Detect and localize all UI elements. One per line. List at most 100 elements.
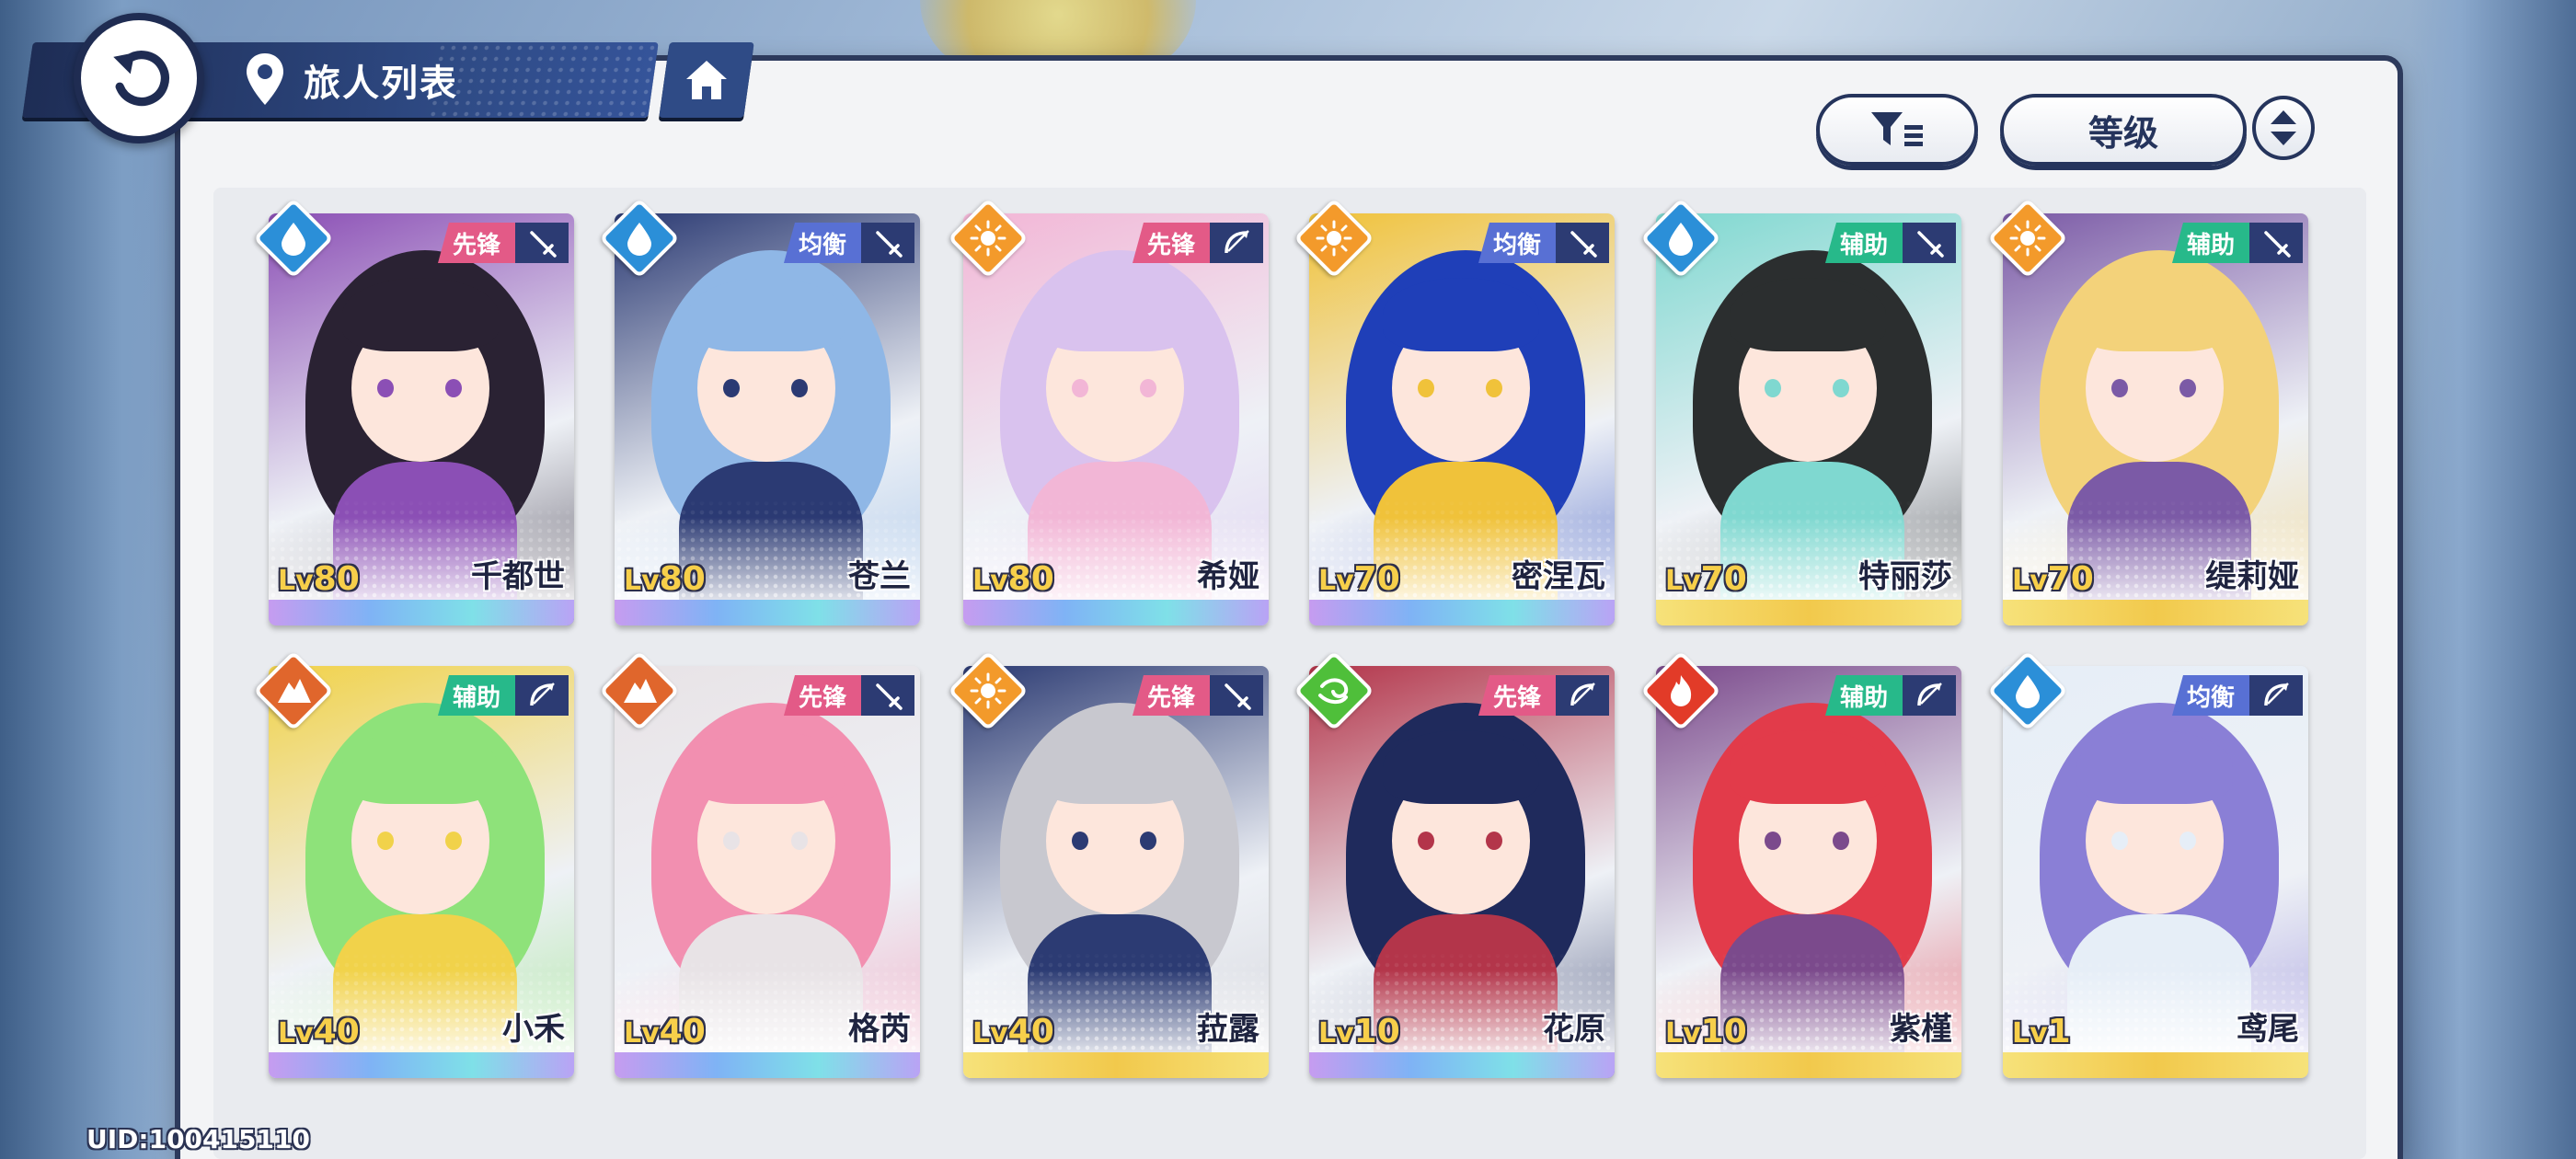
character-name: 千都世 <box>471 558 565 595</box>
role-badge: 辅助 <box>2171 223 2249 263</box>
character-card[interactable]: 先锋 Lv40 格芮 <box>615 666 920 1078</box>
sword-icon <box>861 675 914 716</box>
rarity-bar <box>615 600 920 625</box>
back-button[interactable] <box>74 13 204 143</box>
bow-icon <box>515 675 569 716</box>
rarity-bar <box>269 1052 574 1078</box>
level-prefix: Lv <box>1665 1017 1701 1050</box>
level-value: 10 <box>1700 1013 1747 1050</box>
back-arrow-icon <box>113 51 169 107</box>
role-badge: 辅助 <box>1824 675 1903 716</box>
role-badge: 均衡 <box>783 223 861 263</box>
character-card[interactable]: 均衡 Lv80 苍兰 <box>615 213 920 625</box>
character-card[interactable]: 先锋 Lv40 菈露 <box>963 666 1269 1078</box>
character-name: 菈露 <box>1197 1011 1259 1048</box>
level-prefix: Lv <box>1318 1017 1354 1050</box>
role-badge: 先锋 <box>783 675 861 716</box>
character-name: 缇莉娅 <box>2205 558 2299 595</box>
sword-icon <box>1556 223 1609 263</box>
level-value: 70 <box>2047 560 2094 598</box>
bow-icon <box>1556 675 1609 716</box>
level-value: 70 <box>1353 560 1400 598</box>
sort-order-toggle[interactable] <box>2252 96 2315 160</box>
uid-label: UID:100415110 <box>86 1124 310 1154</box>
background-left-scene <box>0 0 202 1159</box>
level-prefix: Lv <box>972 565 1008 597</box>
level-label: Lv70 <box>2012 560 2094 598</box>
character-name: 格芮 <box>848 1011 911 1048</box>
home-icon <box>686 61 727 99</box>
level-label: Lv10 <box>1665 1013 1747 1050</box>
rarity-bar <box>1309 600 1615 625</box>
level-value: 40 <box>659 1013 706 1050</box>
character-name: 苍兰 <box>848 558 911 595</box>
level-value: 80 <box>313 560 360 598</box>
rarity-bar <box>963 600 1269 625</box>
sword-icon <box>861 223 914 263</box>
role-badge: 辅助 <box>1824 223 1903 263</box>
rarity-bar <box>269 600 574 625</box>
bow-icon <box>1903 675 1956 716</box>
role-badge: 先锋 <box>1132 675 1210 716</box>
level-value: 10 <box>1353 1013 1400 1050</box>
role-badge: 均衡 <box>1478 223 1556 263</box>
role-badge: 均衡 <box>2171 675 2249 716</box>
level-label: Lv40 <box>972 1013 1054 1050</box>
bow-icon <box>1210 223 1263 263</box>
character-name: 鸢尾 <box>2237 1011 2299 1048</box>
level-label: Lv70 <box>1665 560 1747 598</box>
home-button[interactable] <box>659 42 754 118</box>
rarity-bar <box>1309 1052 1615 1078</box>
level-label: Lv80 <box>972 560 1054 598</box>
level-value: 40 <box>313 1013 360 1050</box>
character-name: 特丽莎 <box>1858 558 1952 595</box>
character-name: 花原 <box>1543 1011 1605 1048</box>
background-right-scene <box>2410 0 2576 1159</box>
filter-icon <box>1871 112 1923 146</box>
page-title: 旅人列表 <box>304 63 458 105</box>
level-label: Lv80 <box>278 560 360 598</box>
level-prefix: Lv <box>1665 565 1701 597</box>
level-value: 70 <box>1700 560 1747 598</box>
bow-icon <box>2249 675 2303 716</box>
level-label: Lv1 <box>2012 1013 2071 1050</box>
character-name: 小禾 <box>502 1011 565 1048</box>
level-prefix: Lv <box>278 565 314 597</box>
level-value: 40 <box>1007 1013 1054 1050</box>
role-badge: 辅助 <box>437 675 515 716</box>
sword-icon <box>515 223 569 263</box>
location-pin-icon <box>247 53 283 105</box>
character-card[interactable]: 辅助 Lv40 小禾 <box>269 666 574 1078</box>
level-prefix: Lv <box>624 565 660 597</box>
character-card[interactable]: 辅助 Lv70 特丽莎 <box>1656 213 1961 625</box>
level-value: 80 <box>659 560 706 598</box>
character-card[interactable]: 均衡 Lv1 鸢尾 <box>2003 666 2308 1078</box>
filter-button[interactable] <box>1816 94 1978 166</box>
level-prefix: Lv <box>624 1017 660 1050</box>
level-value: 1 <box>2047 1013 2071 1050</box>
sword-icon <box>2249 223 2303 263</box>
rarity-bar <box>1656 600 1961 625</box>
level-prefix: Lv <box>278 1017 314 1050</box>
level-prefix: Lv <box>2012 1017 2048 1050</box>
role-badge: 先锋 <box>1478 675 1556 716</box>
character-card[interactable]: 均衡 Lv70 密涅瓦 <box>1309 213 1615 625</box>
level-value: 80 <box>1007 560 1054 598</box>
character-card[interactable]: 先锋 Lv10 花原 <box>1309 666 1615 1078</box>
level-label: Lv10 <box>1318 1013 1400 1050</box>
level-prefix: Lv <box>2012 565 2048 597</box>
rarity-bar <box>2003 1052 2308 1078</box>
rarity-bar <box>615 1052 920 1078</box>
character-card[interactable]: 先锋 Lv80 千都世 <box>269 213 574 625</box>
character-card[interactable]: 辅助 Lv10 紫槿 <box>1656 666 1961 1078</box>
sword-icon <box>1210 675 1263 716</box>
level-prefix: Lv <box>1318 565 1354 597</box>
rarity-bar <box>1656 1052 1961 1078</box>
level-label: Lv40 <box>278 1013 360 1050</box>
role-badge: 先锋 <box>1132 223 1210 263</box>
character-card[interactable]: 辅助 Lv70 缇莉娅 <box>2003 213 2308 625</box>
sort-by-level-button[interactable]: 等级 <box>2000 94 2247 166</box>
character-name: 密涅瓦 <box>1512 558 1605 595</box>
level-prefix: Lv <box>972 1017 1008 1050</box>
character-card[interactable]: 先锋 Lv80 希娅 <box>963 213 1269 625</box>
